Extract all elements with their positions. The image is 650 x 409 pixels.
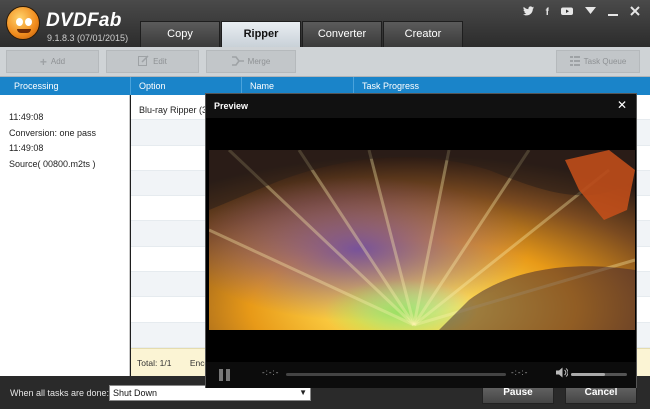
toolbar: + Add Edit Merge Task Queue	[0, 47, 650, 77]
tab-converter[interactable]: Converter	[302, 21, 382, 47]
log-line: Conversion: one pass	[9, 127, 97, 138]
task-queue-icon	[569, 55, 580, 69]
total-count: Total: 1/1	[137, 358, 172, 368]
minimize-icon[interactable]	[608, 6, 618, 21]
brand-name: DVDFab	[46, 10, 122, 31]
processing-header: Processing	[0, 77, 131, 95]
edit-button[interactable]: Edit	[106, 50, 199, 73]
log-line: 11:49:08	[9, 143, 44, 153]
task-queue-button[interactable]: Task Queue	[556, 50, 640, 73]
when-done-label: When all tasks are done:	[10, 388, 110, 398]
processing-log-pane: 11:49:08 Conversion: one pass 11:49:08 S…	[0, 95, 130, 376]
twitter-icon[interactable]	[522, 5, 534, 21]
tab-ripper[interactable]: Ripper	[221, 21, 301, 47]
plus-icon: +	[39, 54, 47, 69]
close-icon[interactable]	[630, 5, 640, 21]
preview-video-frame	[209, 150, 635, 330]
preview-window: Preview ✕ -:-:- -:-:-	[205, 93, 637, 388]
facebook-icon[interactable]: f	[546, 6, 549, 20]
version-label: 9.1.8.3 (07/01/2015)	[47, 33, 129, 43]
preview-close-icon[interactable]: ✕	[617, 98, 627, 112]
preview-controls: -:-:- -:-:-	[206, 362, 636, 388]
preview-title-bar: Preview ✕	[206, 94, 636, 118]
chevron-down-icon: ▼	[299, 388, 307, 397]
youtube-icon[interactable]	[561, 6, 573, 21]
pause-icon[interactable]	[218, 369, 232, 381]
dropdown-arrow-icon[interactable]	[585, 6, 596, 20]
merge-button[interactable]: Merge	[206, 50, 296, 73]
total-time: -:-:-	[511, 368, 529, 377]
seek-bar[interactable]	[286, 373, 506, 376]
volume-slider[interactable]	[571, 373, 627, 376]
log-line: Source( 00800.m2ts )	[9, 158, 96, 169]
title-bar: DVDFab 9.1.8.3 (07/01/2015) Copy Ripper …	[0, 0, 650, 47]
when-done-value: Shut Down	[113, 388, 158, 398]
edit-icon	[138, 54, 149, 69]
log-line: 11:49:08	[9, 112, 44, 122]
tab-copy[interactable]: Copy	[140, 21, 220, 47]
dvdfab-logo-icon	[6, 6, 40, 40]
volume-icon[interactable]	[556, 367, 569, 381]
add-button[interactable]: + Add	[6, 50, 99, 73]
merge-icon	[231, 55, 244, 69]
preview-title: Preview	[214, 101, 249, 111]
current-time: -:-:-	[262, 368, 280, 377]
tab-creator[interactable]: Creator	[383, 21, 463, 47]
